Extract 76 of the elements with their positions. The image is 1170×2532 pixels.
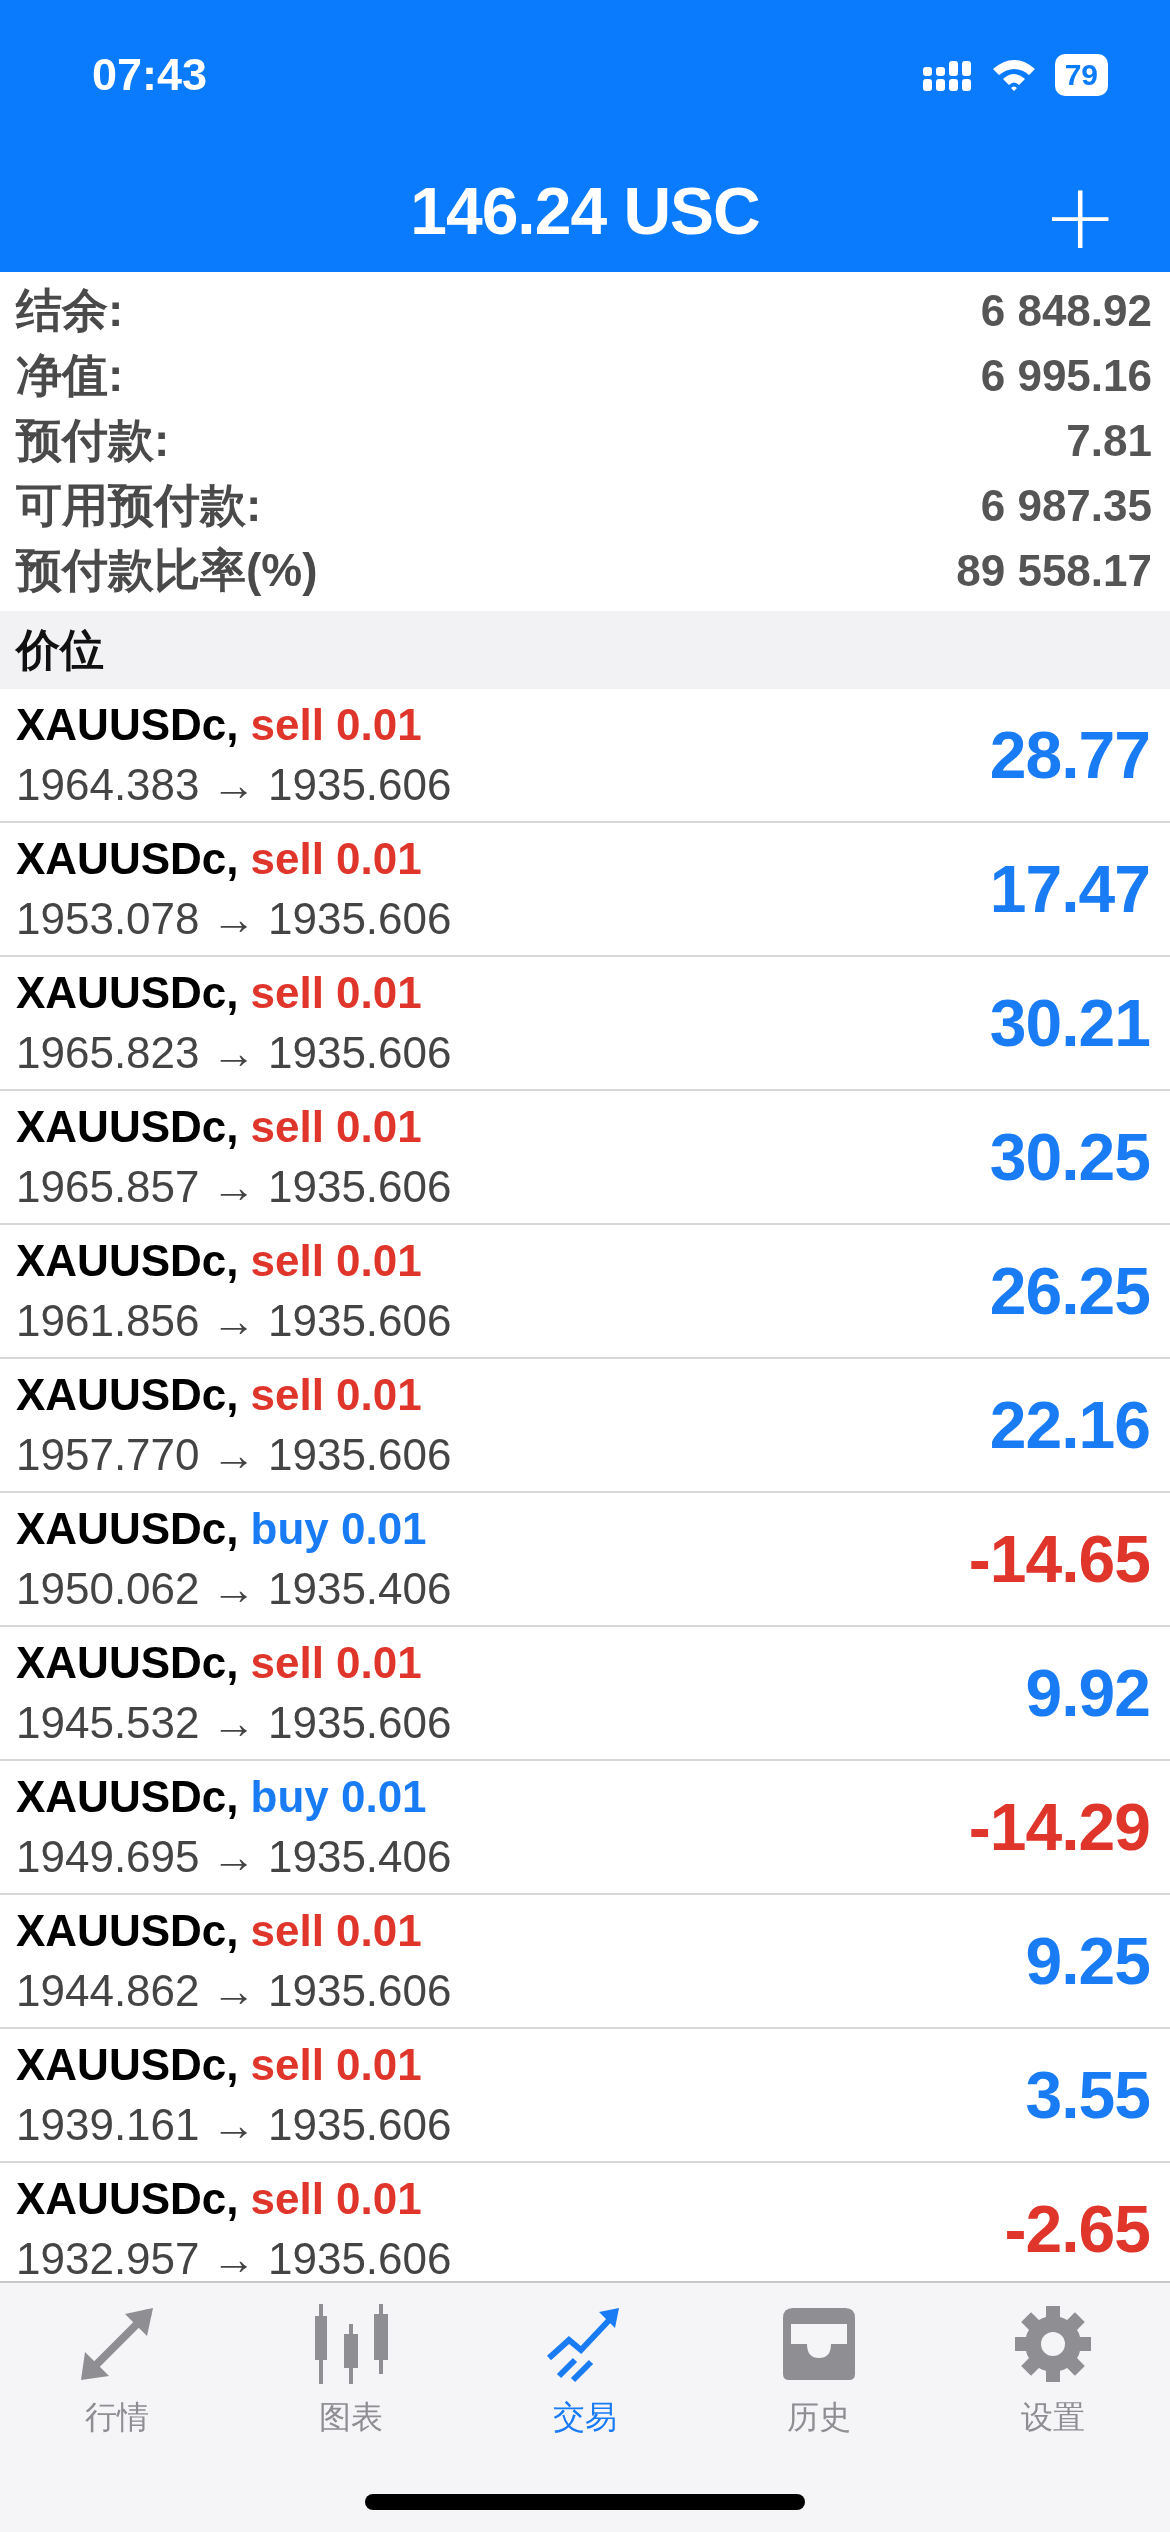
price-label: 1932.957 → 1935.606 [16, 2234, 452, 2281]
price-label: 1939.161 → 1935.606 [16, 2100, 452, 2150]
price-label: 1957.770 → 1935.606 [16, 1430, 452, 1480]
symbol-label: XAUUSDc, [16, 834, 239, 884]
summary-label: 预付款: [16, 412, 170, 468]
symbol-label: XAUUSDc, [16, 1906, 239, 1956]
summary-label: 结余: [16, 282, 124, 338]
symbol-label: XAUUSDc, [16, 700, 239, 750]
trade-label: sell 0.01 [250, 2040, 422, 2090]
position-row[interactable]: XAUUSDc, buy 0.01 1949.695 → 1935.406 -14.29 [0, 1761, 1170, 1895]
trade-label: buy 0.01 [250, 1504, 427, 1554]
summary-value: 6 848.92 [980, 285, 1152, 336]
profit-value: -14.65 [968, 1521, 1150, 1597]
summary-label: 可用预付款: [16, 477, 262, 533]
summary-value: 7.81 [1066, 415, 1152, 466]
position-row[interactable]: XAUUSDc, sell 0.01 1965.823 → 1935.606 30.21 [0, 957, 1170, 1091]
price-label: 1965.857 → 1935.606 [16, 1162, 452, 1212]
position-row[interactable]: XAUUSDc, sell 0.01 1939.161 → 1935.606 3.55 [0, 2029, 1170, 2163]
status-time: 07:43 [92, 49, 208, 101]
price-label: 1965.823 → 1935.606 [16, 1028, 452, 1078]
summary-value: 6 995.16 [980, 350, 1152, 401]
price-label: 1964.383 → 1935.606 [16, 760, 452, 810]
trade-label: sell 0.01 [250, 1236, 422, 1286]
symbol-label: XAUUSDc, [16, 1504, 239, 1554]
price-label: 1961.856 → 1935.606 [16, 1296, 452, 1346]
symbol-label: XAUUSDc, [16, 1772, 239, 1822]
profit-value: 26.25 [989, 1253, 1150, 1329]
summary-label: 预付款比率(%) [16, 542, 318, 598]
profit-value: 28.77 [989, 717, 1150, 793]
symbol-label: XAUUSDc, [16, 968, 239, 1018]
position-row[interactable]: XAUUSDc, sell 0.01 1964.383 → 1935.606 28.77 [0, 689, 1170, 823]
price-label: 1944.862 → 1935.606 [16, 1966, 452, 2016]
position-row[interactable]: XAUUSDc, buy 0.01 1950.062 → 1935.406 -14.65 [0, 1493, 1170, 1627]
price-label: 1950.062 → 1935.406 [16, 1564, 452, 1614]
trade-label: sell 0.01 [250, 1906, 422, 1956]
trade-label: sell 0.01 [250, 700, 422, 750]
symbol-label: XAUUSDc, [16, 2174, 239, 2224]
summary-label: 净值: [16, 347, 124, 403]
add-button[interactable]: + [1034, 172, 1126, 262]
trade-label: sell 0.01 [250, 834, 422, 884]
profit-value: 3.55 [1025, 2057, 1150, 2133]
symbol-label: XAUUSDc, [16, 1638, 239, 1688]
profit-value: 17.47 [989, 851, 1150, 927]
position-row[interactable]: XAUUSDc, sell 0.01 1944.862 → 1935.606 9.25 [0, 1895, 1170, 2029]
position-row[interactable]: XAUUSDc, sell 0.01 1953.078 → 1935.606 17.47 [0, 823, 1170, 957]
trade-label: sell 0.01 [250, 1638, 422, 1688]
battery-level: 79 [1054, 54, 1108, 96]
profit-value: 30.25 [989, 1119, 1150, 1195]
position-row[interactable]: XAUUSDc, sell 0.01 1945.532 → 1935.606 9.92 [0, 1627, 1170, 1761]
position-row[interactable]: XAUUSDc, sell 0.01 1965.857 → 1935.606 30.25 [0, 1091, 1170, 1225]
account-balance-title: 146.24 USC [410, 173, 760, 249]
profit-value: 22.16 [989, 1387, 1150, 1463]
trade-label: sell 0.01 [250, 968, 422, 1018]
trade-label: buy 0.01 [250, 1772, 427, 1822]
summary-value: 89 558.17 [956, 545, 1152, 596]
section-title: 价位 [16, 623, 104, 676]
trade-label: sell 0.01 [250, 1370, 422, 1420]
trade-label: sell 0.01 [250, 2174, 422, 2224]
position-row[interactable]: XAUUSDc, sell 0.01 1957.770 → 1935.606 22.16 [0, 1359, 1170, 1493]
profit-value: 30.21 [989, 985, 1150, 1061]
tab-item[interactable]: 交易 [495, 2303, 675, 2441]
profit-value: -2.65 [1004, 2191, 1150, 2267]
symbol-label: XAUUSDc, [16, 1102, 239, 1152]
profit-value: 9.25 [1025, 1923, 1150, 1999]
symbol-label: XAUUSDc, [16, 2040, 239, 2090]
symbol-label: XAUUSDc, [16, 1370, 239, 1420]
summary-value: 6 987.35 [980, 480, 1152, 531]
position-row[interactable]: XAUUSDc, sell 0.01 1961.856 → 1935.606 26.25 [0, 1225, 1170, 1359]
profit-value: -14.29 [968, 1789, 1150, 1865]
profit-value: 9.92 [1025, 1655, 1150, 1731]
trade-label: sell 0.01 [250, 1102, 422, 1152]
price-label: 1945.532 → 1935.606 [16, 1698, 452, 1748]
settings-icon [1013, 2304, 1093, 2384]
price-label: 1949.695 → 1935.406 [16, 1832, 452, 1882]
symbol-label: XAUUSDc, [16, 1236, 239, 1286]
price-label: 1953.078 → 1935.606 [16, 894, 452, 944]
